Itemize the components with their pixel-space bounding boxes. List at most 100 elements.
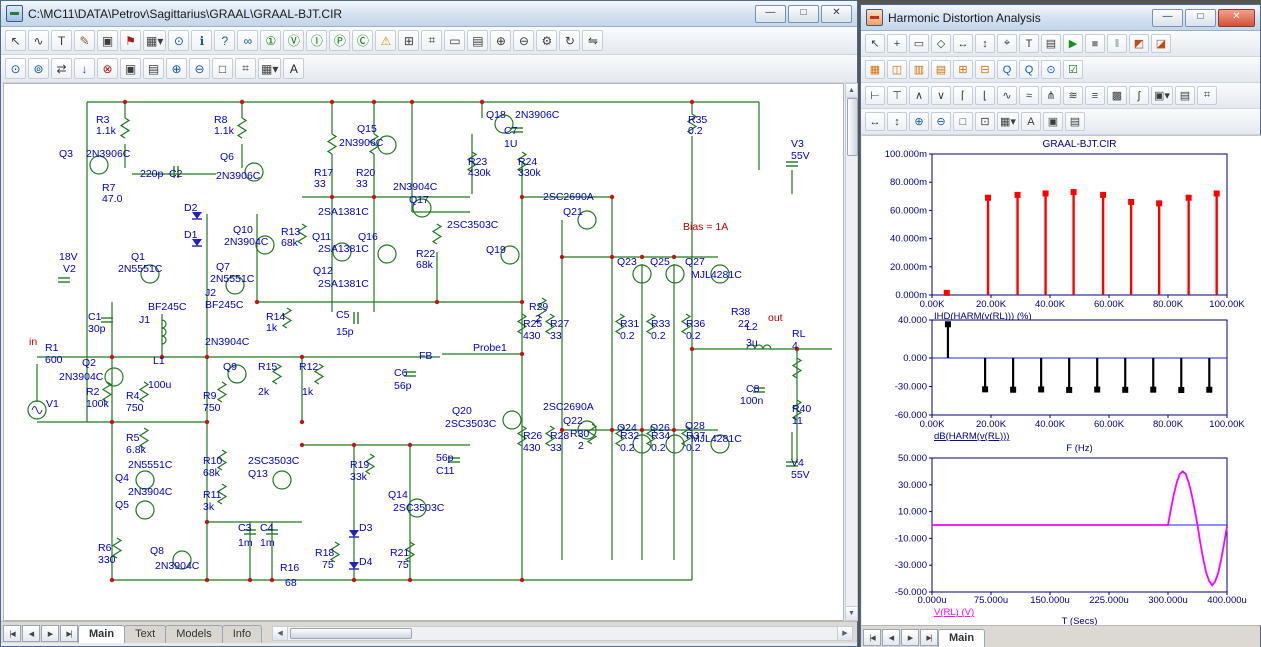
component-label[interactable]: 430k — [468, 167, 492, 179]
component-label[interactable]: MJL4281C — [691, 269, 742, 281]
find-icon[interactable]: ⊙ — [5, 58, 26, 79]
page-prev-icon[interactable]: ◀ — [882, 629, 900, 646]
copy-page-icon[interactable]: ▤ — [1065, 112, 1085, 131]
component-label[interactable]: 2N5551C — [128, 459, 173, 471]
query-1-icon[interactable]: Q — [997, 60, 1017, 79]
resistor-symbol[interactable] — [238, 118, 246, 138]
component-label[interactable]: Q4 — [115, 472, 129, 484]
inflection-icon[interactable]: ∿ — [997, 86, 1017, 105]
component-label[interactable]: 6.8k — [126, 444, 147, 456]
component-label[interactable]: 3u — [746, 337, 758, 349]
3d-plot-icon[interactable]: ▩ — [1107, 86, 1127, 105]
component-label[interactable]: 750 — [203, 402, 221, 414]
component-label[interactable]: 2SC3503C — [447, 219, 499, 231]
plot-box[interactable] — [932, 154, 1227, 295]
component-label[interactable]: Q19 — [486, 244, 506, 256]
component-label[interactable]: 2SC2690A — [543, 401, 594, 413]
high-icon[interactable]: ⌈ — [953, 86, 973, 105]
pages-icon[interactable]: ▤ — [1041, 34, 1061, 53]
component-label[interactable]: 2SC2690A — [543, 191, 594, 203]
component-label[interactable]: Q10 — [233, 224, 253, 236]
copy-graph-icon[interactable]: ▣ — [1043, 112, 1063, 131]
component-label[interactable]: 33 — [550, 330, 562, 342]
component-label[interactable]: 2N5551C — [118, 263, 163, 275]
low-icon[interactable]: ⌊ — [975, 86, 995, 105]
component-label[interactable]: FB — [419, 350, 432, 362]
component-label[interactable]: 0.2 — [686, 330, 701, 342]
component-label[interactable]: Q9 — [223, 361, 237, 373]
component-label[interactable]: J1 — [139, 314, 150, 326]
component-label[interactable]: C11 — [436, 465, 455, 477]
zoom-out-icon[interactable]: ⊖ — [189, 58, 210, 79]
maximize-button[interactable]: □ — [788, 5, 819, 23]
component-label[interactable]: R33 — [651, 318, 670, 330]
border-display-icon[interactable]: ▭ — [444, 30, 465, 51]
component-label[interactable]: Q2 — [82, 357, 96, 369]
minimize-button[interactable]: — — [1152, 9, 1183, 27]
page-next-icon[interactable]: ▶ — [901, 629, 919, 646]
component-label[interactable]: Q25 — [650, 256, 670, 268]
component-label[interactable]: R31 — [620, 318, 639, 330]
help-mode-icon[interactable]: ? — [214, 30, 235, 51]
component-label[interactable]: Q22 — [563, 415, 583, 427]
go-to-y-icon[interactable]: ⊤ — [887, 86, 907, 105]
scroll-up-icon[interactable]: ▲ — [846, 84, 857, 98]
component-label[interactable]: 330 — [98, 554, 116, 566]
run-icon[interactable]: ▶ — [1063, 34, 1083, 53]
component-label[interactable]: 2N3906C — [216, 170, 261, 182]
component-label[interactable]: R26 — [523, 430, 542, 442]
component-label[interactable]: L2 — [746, 321, 758, 333]
text-color-icon[interactable]: A — [1021, 112, 1041, 131]
transistor-symbol[interactable] — [503, 411, 521, 429]
component-label[interactable]: R37 — [686, 430, 705, 442]
component-label[interactable]: Q8 — [150, 545, 164, 557]
text-mode-icon[interactable]: T — [51, 30, 72, 51]
tab-info[interactable]: Info — [222, 625, 262, 643]
component-label[interactable]: 75 — [397, 559, 409, 571]
picture-mode-icon[interactable]: ▣ — [97, 30, 118, 51]
component-label[interactable]: R12 — [299, 361, 318, 373]
select-mode-icon[interactable]: ↖ — [865, 34, 885, 53]
transistor-symbol[interactable] — [105, 368, 123, 386]
component-label[interactable]: L1 — [153, 355, 165, 367]
mirror-icon[interactable]: ⇋ — [582, 30, 603, 51]
component-label[interactable]: 0.2 — [651, 330, 666, 342]
go-to-branch-icon[interactable]: ⋔ — [1041, 86, 1061, 105]
tracker-icon[interactable]: ⌖ — [997, 34, 1017, 53]
component-label[interactable]: 2N5551C — [210, 273, 255, 285]
component-label[interactable]: 33 — [314, 178, 326, 190]
component-label[interactable]: R30 — [570, 428, 589, 440]
component-label[interactable]: V3 — [791, 138, 804, 150]
component-label[interactable]: R40 — [792, 403, 811, 415]
component-label[interactable]: 75 — [322, 559, 334, 571]
component-label[interactable]: R34 — [651, 430, 670, 442]
component-label[interactable]: 2SC3503C — [248, 455, 300, 467]
zoom-select-icon[interactable]: □ — [212, 58, 233, 79]
go-to-x-icon[interactable]: ⊢ — [865, 86, 885, 105]
title-bar[interactable]: Harmonic Distortion Analysis — □ ✕ — [861, 5, 1260, 31]
component-label[interactable]: 33 — [356, 178, 368, 190]
component-label[interactable]: 2SA1381C — [318, 243, 369, 255]
page-last-icon[interactable]: ▶| — [60, 625, 78, 642]
component-label[interactable]: R28 — [550, 430, 569, 442]
component-label[interactable]: Q6 — [220, 151, 234, 163]
component-label[interactable]: BF245C — [205, 299, 244, 311]
component-label[interactable]: 1m — [260, 537, 275, 549]
component-label[interactable]: 1.1k — [96, 125, 117, 137]
component-label[interactable]: Q13 — [248, 468, 268, 480]
transistor-symbol[interactable] — [136, 501, 154, 519]
component-label[interactable]: Q27 — [685, 256, 705, 268]
peak-icon[interactable]: ∧ — [909, 86, 929, 105]
component-label[interactable]: 430 — [523, 442, 541, 454]
component-label[interactable]: 47.0 — [102, 193, 123, 205]
component-label[interactable]: Probe1 — [473, 342, 507, 354]
split-plots-icon[interactable]: ⊟ — [975, 60, 995, 79]
component-label[interactable]: 56p — [436, 452, 454, 464]
duplicate-page-icon[interactable]: ▤ — [143, 58, 164, 79]
title-block-icon[interactable]: ▤ — [467, 30, 488, 51]
component-label[interactable]: 18V — [59, 251, 78, 263]
valley-icon[interactable]: ∨ — [931, 86, 951, 105]
go-down-icon[interactable]: ↓ — [74, 58, 95, 79]
component-label[interactable]: 68 — [285, 577, 297, 589]
title-bar[interactable]: C:\MC11\DATA\Petrov\Sagittarius\GRAAL\GR… — [1, 1, 857, 27]
